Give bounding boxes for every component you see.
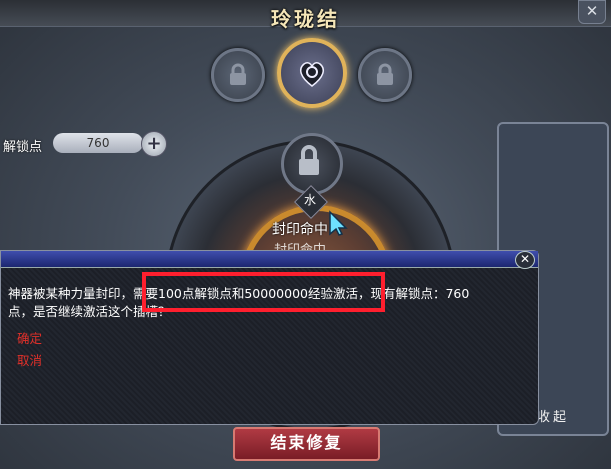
cursor-icon <box>329 210 348 236</box>
element-label: 水 <box>303 193 316 207</box>
seal-status: 封印命中 <box>272 222 328 238</box>
highlight-box <box>142 272 385 312</box>
dialog-close-button[interactable]: ✕ <box>515 251 535 269</box>
cancel-option[interactable]: 取消 <box>17 350 42 369</box>
unlock-points-value: 760 <box>53 133 143 153</box>
lock-icon <box>377 63 393 85</box>
slot-active[interactable] <box>277 38 347 108</box>
end-repair-button[interactable]: 结束修复 <box>233 427 380 461</box>
window-close-button[interactable]: ✕ <box>578 0 606 24</box>
lock-icon <box>230 63 246 85</box>
unlock-points-label: 解锁点 <box>3 140 43 155</box>
lock-icon <box>299 145 319 175</box>
window-title: 玲珑结 <box>271 7 340 31</box>
dialog-title-bar <box>1 251 538 268</box>
add-points-button[interactable]: + <box>141 131 167 157</box>
heart-knot-icon <box>299 62 325 87</box>
slot-left[interactable] <box>211 48 265 102</box>
confirm-option[interactable]: 确定 <box>17 328 42 347</box>
slot-right[interactable] <box>358 48 412 102</box>
